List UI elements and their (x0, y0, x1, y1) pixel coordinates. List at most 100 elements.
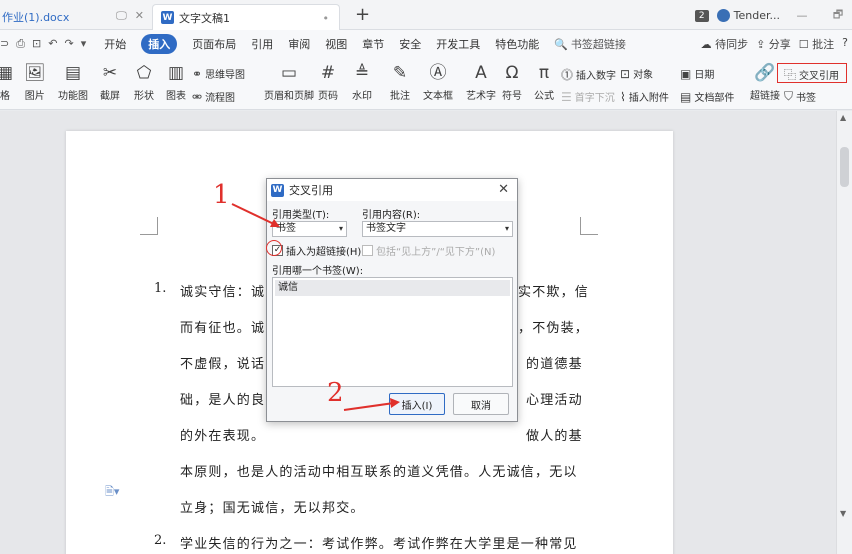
minimize-button[interactable]: — (788, 9, 816, 22)
bookmark-button[interactable]: ⛉ 书签 (784, 89, 816, 104)
flowchart-button[interactable]: ⚮ 流程图 (192, 89, 235, 105)
close-icon[interactable]: ✕ (135, 9, 144, 23)
flowchart-icon: ⚮ (192, 89, 203, 104)
paragraph-menu-icon[interactable]: 🗎▾ (105, 483, 119, 502)
page-number-button[interactable]: # 页码 (318, 62, 338, 102)
doc-frag-4: 心理活动 (526, 393, 583, 408)
menu-developer[interactable]: 开发工具 (436, 36, 480, 52)
chevron-down-icon[interactable]: ▾ (81, 37, 87, 51)
menu-references[interactable]: 引用 (251, 36, 273, 52)
dialog-title: 交叉引用 (289, 184, 333, 197)
picture-button[interactable]: 🖼 图片 (24, 62, 46, 102)
dropcap-label: 首字下沉 (574, 93, 615, 104)
hyperlink-checkbox-label: 插入为超链接(H) (286, 247, 362, 258)
dropcap-button[interactable]: ☰ 首字下沉 (561, 89, 615, 105)
annotation-number-1: 1 (213, 180, 230, 210)
dialog-close-icon[interactable]: ✕ (498, 182, 509, 197)
include-above-below-checkbox[interactable]: 包括“见上方”/“见下方”(N) (362, 243, 495, 258)
cancel-button[interactable]: 取消 (453, 393, 509, 415)
undo-icon[interactable]: ↶ (48, 37, 57, 51)
wps-writer-icon: W (271, 183, 284, 197)
tab-tools: 🖵 ✕ (116, 9, 144, 23)
menu-review[interactable]: 审阅 (288, 36, 310, 52)
menu-page-layout[interactable]: 页面布局 (192, 36, 236, 52)
menu-view[interactable]: 视图 (325, 36, 347, 52)
folder-icon[interactable]: ⊃ (0, 37, 9, 51)
unsaved-dot: • (322, 12, 330, 25)
hyperlink-checkbox[interactable]: ✓ 插入为超链接(H) (272, 243, 361, 258)
formula-button[interactable]: π 公式 (534, 62, 554, 102)
list-item[interactable]: 诚信 (275, 280, 510, 296)
date-button[interactable]: ▣ 日期 (680, 66, 714, 82)
picture-label: 图片 (24, 91, 45, 102)
scroll-down-icon[interactable]: ▼ (840, 509, 846, 518)
doc-parts-icon: ▤ (680, 89, 692, 104)
include-above-below-label: 包括“见上方”/“见下方”(N) (376, 247, 496, 258)
function-graph-button[interactable]: ▤ 功能图 (58, 62, 88, 102)
shape-button[interactable]: ⬠ 形状 (134, 62, 154, 102)
comment-button[interactable]: ☐ 批注 (799, 36, 834, 52)
sync-label: 待同步 (715, 38, 749, 51)
menu-features[interactable]: 特色功能 (495, 36, 539, 52)
title-bar: 作业(1).docx 🖵 ✕ W 文字文稿1 • + 2 Tender... —… (0, 0, 852, 30)
insert-number-button[interactable]: ⓵ 插入数字 (561, 66, 616, 83)
restore-button[interactable]: 🗗 (824, 6, 852, 25)
scroll-thumb[interactable] (840, 147, 849, 187)
watermark-button[interactable]: ≜ 水印 (352, 62, 372, 102)
insert-button[interactable]: 插入(I) (389, 393, 445, 415)
search-input[interactable]: 🔍 书签超链接 (554, 36, 666, 52)
annotation-button[interactable]: ✎ 批注 (390, 62, 410, 102)
monitor-icon[interactable]: 🖵 (116, 9, 127, 23)
sync-button[interactable]: ☁ 待同步 (701, 36, 749, 52)
redo-icon[interactable]: ↷ (64, 37, 73, 51)
avatar-icon (716, 9, 730, 23)
hyperlink-label: 超链接 (750, 91, 780, 102)
tab-doc-homework[interactable]: 作业(1).docx 🖵 ✕ (0, 4, 150, 30)
ref-type-select[interactable]: 书签 ▾ (272, 221, 347, 237)
help-icon[interactable]: ? (842, 36, 848, 52)
mindmap-button[interactable]: ⚭ 思维导图 (192, 66, 245, 82)
share-button[interactable]: ⇪ 分享 (756, 36, 791, 52)
bookmark-list[interactable]: 诚信 (272, 277, 513, 387)
menu-security[interactable]: 安全 (399, 36, 421, 52)
header-footer-button[interactable]: ▭ 页眉和页脚 (264, 62, 314, 102)
menu-home[interactable]: 开始 (104, 36, 126, 52)
insert-number-label: 插入数字 (576, 71, 617, 82)
textbox-icon: Ⓐ (429, 63, 447, 83)
window-count-badge[interactable]: 2 (694, 9, 709, 22)
textbox-button[interactable]: Ⓐ 文本框 (423, 62, 453, 102)
symbol-button[interactable]: Ω 符号 (502, 62, 522, 102)
user-account[interactable]: Tender... (716, 9, 780, 23)
print-icon[interactable]: ⎙ (16, 37, 25, 51)
watermark-icon: ≜ (354, 63, 370, 83)
table-icon: ▦ (0, 63, 14, 83)
link-icon: 🔗 (754, 63, 776, 83)
doc-parts-button[interactable]: ▤ 文档部件 (680, 89, 734, 105)
textbox-label: 文本框 (423, 91, 453, 102)
scroll-up-icon[interactable]: ▲ (840, 113, 846, 122)
cross-reference-dialog: W 交叉引用 ✕ 引用类型(T): 书签 ▾ 引用内容(R): 书签文字 ▾ ✓… (266, 178, 518, 422)
screenshot-button[interactable]: ✂ 截屏 (100, 62, 120, 102)
preview-icon[interactable]: ⊡ (32, 37, 41, 51)
annotation-number-2: 2 (327, 378, 344, 408)
chart-label: 图表 (166, 91, 186, 102)
chart-button[interactable]: ▥ 图表 (166, 62, 186, 102)
new-tab-button[interactable]: + (355, 4, 370, 25)
hyperlink-button[interactable]: 🔗 超链接 (750, 62, 780, 102)
menu-chapter[interactable]: 章节 (362, 36, 384, 52)
function-graph-label: 功能图 (58, 91, 88, 102)
tab-active-doc[interactable]: W 文字文稿1 • (152, 4, 340, 30)
table-button[interactable]: ▦ 格 (0, 62, 13, 102)
hyperlink-checkbox-highlight (266, 240, 282, 256)
attachment-button[interactable]: ⌇ 插入附件 (620, 89, 669, 105)
wordart-button[interactable]: A 艺术字 (466, 62, 496, 102)
ref-content-select[interactable]: 书签文字 ▾ (362, 221, 513, 237)
vertical-scrollbar[interactable]: ▲ ▼ (836, 111, 852, 554)
header-footer-icon: ▭ (280, 63, 298, 83)
doc-line-8: 学业失信的行为之一：考试作弊。考试作弊在大学里是一种常见 (180, 537, 578, 552)
object-label: 对象 (633, 70, 654, 81)
menu-insert[interactable]: 插入 (141, 34, 178, 54)
object-button[interactable]: ⊡ 对象 (620, 66, 654, 82)
watermark-label: 水印 (352, 91, 372, 102)
wps-writer-icon: W (161, 11, 174, 24)
